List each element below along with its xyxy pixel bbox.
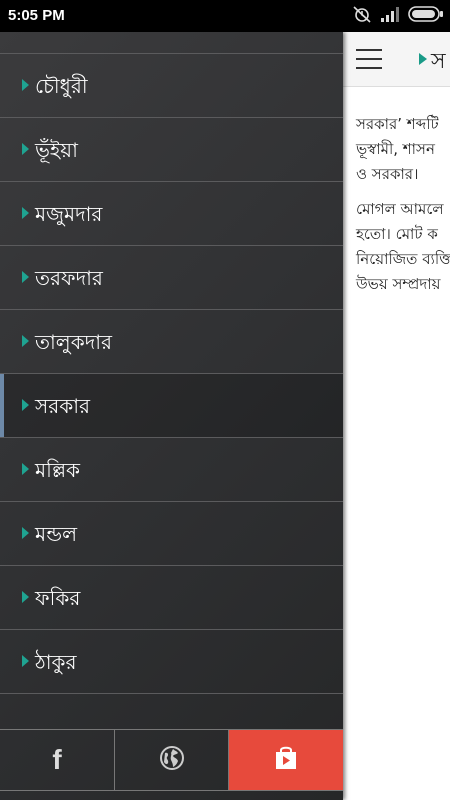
chevron-right-icon (22, 271, 29, 283)
battery-icon (408, 6, 444, 26)
chevron-right-icon (22, 143, 29, 155)
facebook-button[interactable]: f (0, 730, 115, 790)
nav-item-label: মজুমদার (35, 202, 103, 226)
nav-item-bhuiyan[interactable]: ভূঁইয়া (0, 118, 343, 182)
facebook-icon: f (52, 744, 62, 775)
chevron-right-icon (22, 463, 29, 475)
nav-item-majumdar[interactable]: মজুমদার (0, 182, 343, 246)
navigation-drawer: চৌধুরী ভূঁইয়া মজুমদার তরফদার তালুকদার স… (0, 32, 343, 800)
toolbar: স (343, 32, 450, 87)
chevron-right-icon (22, 207, 29, 219)
nav-item-label: ভূঁইয়া (35, 138, 78, 162)
signal-icon (380, 6, 400, 26)
nav-item-label: তালুকদার (35, 330, 113, 354)
nav-item-label: মন্ডল (35, 522, 77, 546)
status-bar: 5:05 PM (0, 0, 450, 32)
chevron-right-icon (22, 335, 29, 347)
chevron-right-icon (22, 79, 29, 91)
status-icons (352, 6, 444, 26)
nav-item-chowdhury[interactable]: চৌধুরী (0, 54, 343, 118)
nav-item-label: চৌধুরী (35, 74, 88, 98)
content-panel: স সরকার’ শব্দটি ভূস্বামী, শাসন ও সরকার। … (343, 32, 450, 800)
nav-item-talukdar[interactable]: তালুকদার (0, 310, 343, 374)
nav-item-fakir[interactable]: ফকির (0, 566, 343, 630)
status-time: 5:05 PM (8, 7, 65, 24)
play-store-icon (273, 745, 299, 775)
article-paragraph: মোগল আমলে হতো। মোট ক নিয়োজিত ব্যক্তি উভ… (356, 200, 450, 293)
bottom-action-bar: f (0, 729, 343, 791)
nav-list: চৌধুরী ভূঁইয়া মজুমদার তরফদার তালুকদার স… (0, 54, 343, 694)
nav-item-label: ফকির (35, 586, 81, 610)
article-paragraph: সরকার’ শব্দটি ভূস্বামী, শাসন ও সরকার। (356, 115, 439, 183)
globe-icon (159, 745, 185, 775)
chevron-right-icon (22, 527, 29, 539)
nav-item-thakur[interactable]: ঠাকুর (0, 630, 343, 694)
play-store-button[interactable] (229, 730, 343, 790)
nav-item-label: তরফদার (35, 266, 103, 290)
page-title: স (431, 49, 446, 74)
chevron-right-icon (22, 399, 29, 411)
chevron-right-icon (22, 655, 29, 667)
hamburger-menu-icon[interactable] (356, 49, 382, 69)
chevron-right-icon (22, 591, 29, 603)
alarm-off-icon (352, 5, 372, 27)
nav-item-label: মল্লিক (35, 458, 81, 482)
nav-item-tarafdar[interactable]: তরফদার (0, 246, 343, 310)
nav-item-mallik[interactable]: মল্লিক (0, 438, 343, 502)
nav-item-label: সরকার (35, 394, 91, 418)
nav-item-sarkar[interactable]: সরকার (0, 374, 343, 438)
title-arrow-icon (419, 53, 427, 65)
nav-item-label: ঠাকুর (35, 650, 77, 674)
article-body: সরকার’ শব্দটি ভূস্বামী, শাসন ও সরকার। মো… (356, 112, 450, 307)
nav-item-mondal[interactable]: মন্ডল (0, 502, 343, 566)
website-button[interactable] (115, 730, 229, 790)
